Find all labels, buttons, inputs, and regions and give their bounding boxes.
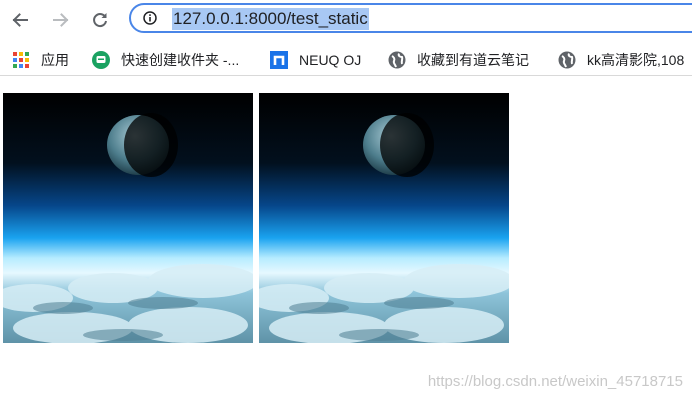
reload-button[interactable]: [86, 6, 114, 34]
bookmark-label: kk高清影院,108: [587, 52, 685, 68]
forward-button[interactable]: [47, 6, 75, 34]
watermark: https://blog.csdn.net/weixin_45718715: [427, 373, 683, 390]
globe-icon: [388, 51, 406, 69]
planet-image-1: [3, 93, 253, 343]
forward-arrow-icon: [53, 13, 69, 27]
info-icon[interactable]: [143, 11, 157, 25]
planet-image-2: [259, 93, 509, 343]
back-button[interactable]: [6, 6, 34, 34]
blue-n-icon: [270, 51, 288, 69]
bookmarks-bar: 应用 快速创建收件夹 -... NEUQ OJ 收藏到有道云笔记 kk高清影院,…: [0, 44, 692, 76]
page-content: https://blog.csdn.net/weixin_45718715: [0, 76, 692, 401]
apps-grid-icon: [13, 52, 29, 68]
bookmark-label: 应用: [41, 52, 69, 68]
back-arrow-icon: [12, 13, 28, 27]
bookmark-neuq-oj[interactable]: NEUQ OJ: [270, 50, 361, 70]
url-text[interactable]: 127.0.0.1:8000/test_static: [172, 8, 369, 30]
bookmark-quick-folder[interactable]: 快速创建收件夹 -...: [92, 50, 239, 70]
green-chat-icon: [92, 51, 110, 69]
reload-icon: [93, 13, 107, 28]
browser-toolbar: 127.0.0.1:8000/test_static: [0, 0, 692, 40]
bookmark-label: 快速创建收件夹 -...: [121, 52, 240, 68]
bookmark-apps[interactable]: 应用: [12, 50, 69, 70]
bookmark-label: 收藏到有道云笔记: [417, 52, 529, 68]
bookmark-label: NEUQ OJ: [299, 52, 362, 68]
globe-icon: [558, 51, 576, 69]
bookmark-kk-cinema[interactable]: kk高清影院,108: [558, 50, 684, 70]
bookmark-youdao-note[interactable]: 收藏到有道云笔记: [388, 50, 529, 70]
address-bar[interactable]: 127.0.0.1:8000/test_static: [129, 3, 692, 33]
